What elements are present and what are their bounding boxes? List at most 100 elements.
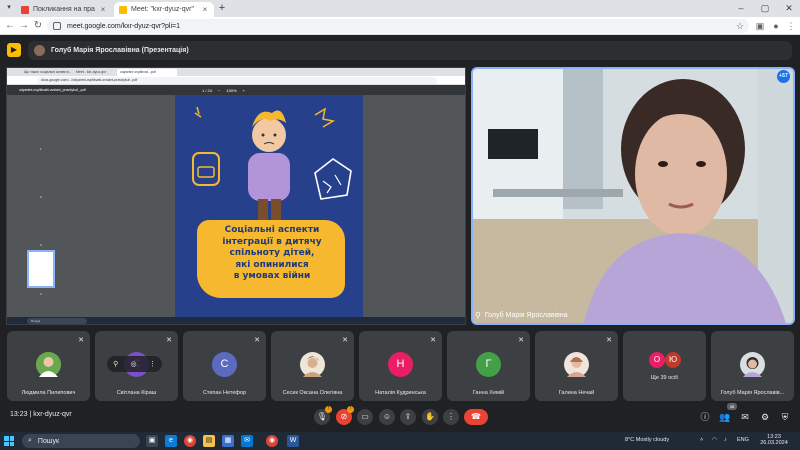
avatar [36,352,61,377]
people-icon[interactable]: 👥 [718,410,732,424]
meet-favicon-icon [119,5,127,14]
chrome-icon[interactable]: ◉ [184,435,196,447]
volume-icon[interactable]: ♪ [724,437,727,443]
pdf-filename: odyantni-ovplikvatii-ovsiani_pravdykuf_.… [19,88,86,92]
meeting-details-icon[interactable]: ⓘ [698,410,712,424]
participant-tile[interactable]: ✕ С ⚲ ◎ ⋮ Світлана Кіраш [95,331,178,401]
pdf-zoom: 100% [226,87,237,93]
site-info-icon[interactable] [53,22,61,30]
reload-icon[interactable]: ↻ [32,20,44,32]
avatar: Н [388,352,413,377]
participant-name: Голуб Марія Ярославів... [720,390,785,396]
thumb-page-number: 3 [40,243,42,247]
camera-off-button[interactable]: ⊘! [336,406,354,425]
browser-tab-1[interactable]: Покликання на практику "С × [16,2,112,17]
camera-feed[interactable] [471,67,795,325]
chrome-active-icon[interactable]: ◉ [266,435,278,447]
edge-icon[interactable]: e [165,435,177,447]
captions-button[interactable]: ▭ [357,409,373,425]
bookmark-star-icon[interactable]: ☆ [734,20,746,32]
host-controls-icon[interactable]: ⛨ [778,410,792,424]
photo-avatar [564,352,589,377]
participant-tile[interactable]: ✕ Сесик Оксана Олегівна [271,331,354,401]
store-icon[interactable]: ▦ [222,435,234,447]
participant-tile[interactable]: ✕ Людмила Пилипович [7,331,90,401]
participant-name: Степан Нетефор [202,390,247,396]
taskbar-search-text: Пошук [37,437,60,445]
sidebar-icon[interactable]: ▣ [754,20,766,32]
browser-tab-2[interactable]: Meet: "kxr-dyuz-qvr" × [114,2,214,17]
more-options-button[interactable]: ⋮ [443,409,459,425]
system-clock[interactable]: 13:23 26.03.2024 [757,434,791,446]
leave-call-button[interactable]: ☎ [464,409,488,425]
microphone-button[interactable]: 🎙! [314,406,332,425]
taskbar-search[interactable]: ⌕ Пошук [22,434,140,448]
mail-icon[interactable]: ✉ [241,435,253,447]
mic-off-icon: ✕ [78,337,84,344]
camera-participant-name: Голуб Марія Ярославівна [484,311,568,319]
mic-off-icon: ✕ [430,337,436,344]
camera-name-label: ⚲ Голуб Марія Ярославівна [475,309,568,321]
shared-taskbar-search: Пошук [27,318,87,324]
more-options-icon[interactable]: ⋮ [149,360,156,368]
search-icon: ⌕ [28,437,32,444]
pin-icon[interactable]: ⚲ [113,360,118,368]
meet-activity-icon[interactable]: ▶ [7,43,21,57]
participant-tile[interactable]: ✕ Н Наталія Кудринська [359,331,442,401]
language-indicator[interactable]: ENG [737,437,749,443]
shared-tab: Що такоє соціальні аспекти... [24,70,71,74]
participant-tile[interactable]: ✕ С Степан Нетефор [183,331,266,401]
thumb-page-number: 2 [40,195,42,199]
pin-icon[interactable]: ⚲ [475,311,481,320]
weather-status[interactable]: 8°C Mostly cloudy [625,437,669,443]
mute-icon[interactable]: ◎ [131,360,137,368]
tab-close-icon[interactable]: × [201,5,209,14]
warning-icon: ! [325,406,332,413]
file-explorer-icon[interactable]: ▤ [203,435,215,447]
shared-address-bar: docs.google.com/.../odyantni-ovplikvati-… [7,76,465,85]
forward-arrow-icon[interactable]: → [18,20,30,32]
participant-tile[interactable]: ✕ Галина Нечай [535,331,618,401]
thumb-page-number: 4 [40,292,42,296]
windows-start-icon[interactable] [4,436,14,446]
close-window-button[interactable]: ✕ [778,0,800,17]
minimize-button[interactable]: – [730,0,752,17]
participant-tile[interactable]: Голуб Марія Ярославів... [711,331,794,401]
presenter-label: Голуб Марія Ярославівна (Презентація) [51,47,189,54]
more-participants-tile[interactable]: О Ю Ще 39 осіб [623,331,706,401]
network-icon[interactable]: ◠ [712,437,717,443]
mic-off-icon: ✕ [518,337,524,344]
new-tab-button[interactable]: + [216,2,228,14]
avatar: С [212,352,237,377]
chat-icon[interactable]: ✉ [738,410,752,424]
mic-off-icon: ✕ [254,337,260,344]
meeting-code: kxr-dyuz-qvr [33,411,72,418]
url-text: meet.google.com/kxr-dyuz-qvr?pli=1 [67,22,181,30]
task-view-icon[interactable]: ▣ [146,435,158,447]
avatar [740,352,765,377]
pdf-toolbar: odyantni-ovplikvatii-ovsiani_pravdykuf_.… [7,85,465,95]
tray-chevron-icon[interactable]: ˄ [700,437,703,443]
presenter-avatar [34,45,45,56]
presenter-chip[interactable]: Голуб Марія Ярославівна (Презентація) [28,41,792,60]
avatar: О [649,352,665,368]
back-arrow-icon[interactable]: ← [4,20,16,32]
tab-search-icon[interactable]: ▾ [4,3,14,13]
meeting-time-and-code: 13:23 | kxr-dyuz-qvr [10,411,72,418]
more-menu-icon[interactable]: ⋮ [785,20,797,32]
participant-tile[interactable]: ✕ Г Ганна Хемій [447,331,530,401]
participant-name: Світлана Кіраш [116,390,157,396]
tile-hover-controls[interactable]: ⚲ ◎ ⋮ [107,356,162,372]
tab-close-icon[interactable]: × [99,5,107,14]
emoji-button[interactable]: ☺ [379,409,395,425]
tab-title: Покликання на практику "С [33,6,95,13]
avatar: Ю [665,352,681,368]
address-bar[interactable]: meet.google.com/kxr-dyuz-qvr?pli=1 [47,19,749,33]
camera-badge[interactable]: +57 [777,70,790,83]
activities-icon[interactable]: ⚙ [758,410,772,424]
profile-avatar-icon[interactable]: ● [770,20,782,32]
word-icon[interactable]: W [287,435,299,447]
raise-hand-button[interactable]: ✋ [422,409,438,425]
present-button[interactable]: ⇪ [400,409,416,425]
maximize-button[interactable]: ▢ [754,0,776,17]
